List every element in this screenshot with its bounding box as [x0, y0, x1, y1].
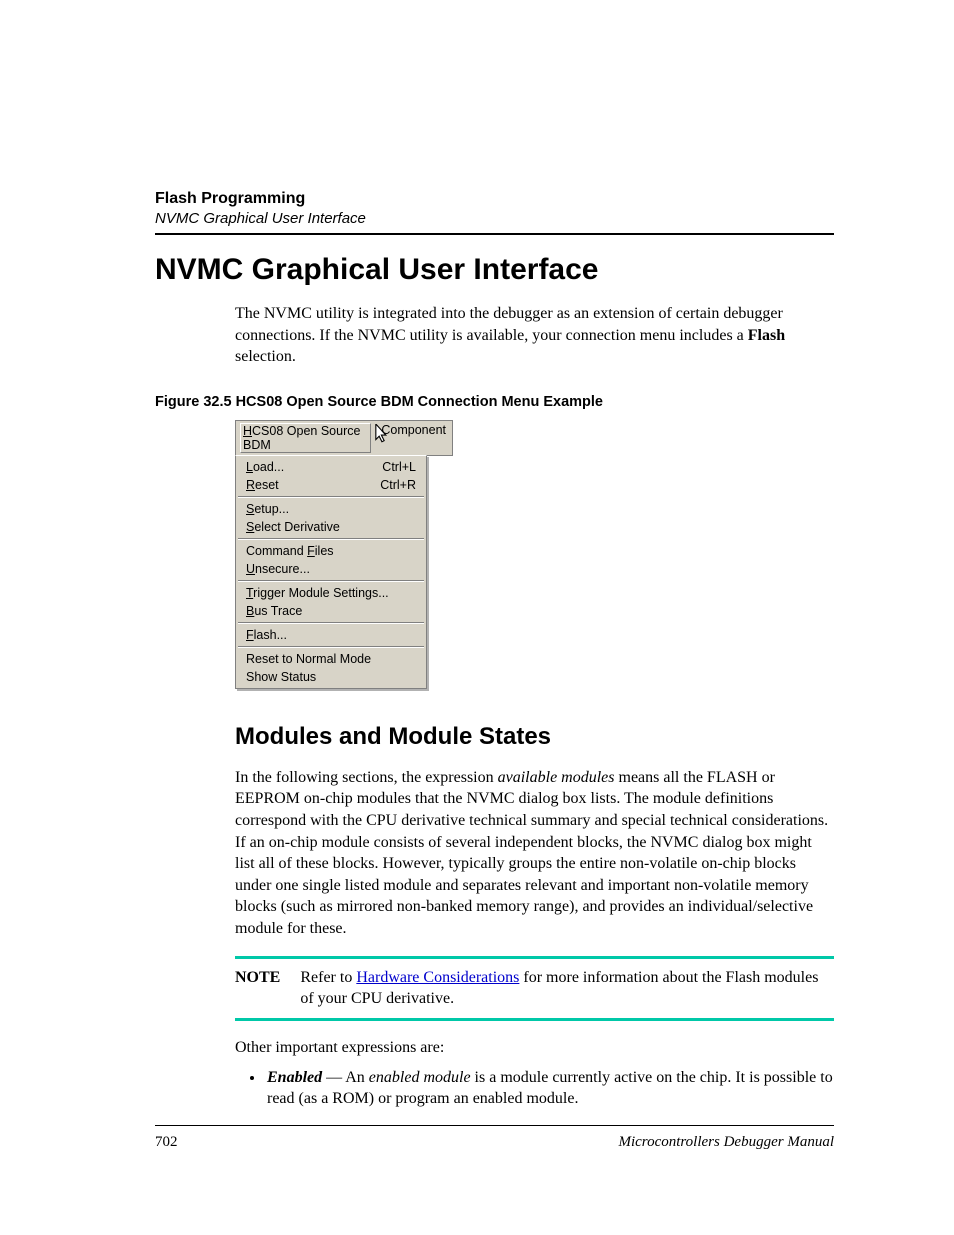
menu-separator: [238, 538, 424, 540]
para1-em: available modules: [498, 769, 615, 786]
menu-item-select-derivative[interactable]: Select Derivative: [236, 518, 426, 536]
menu-item-command-files[interactable]: Command Files: [236, 542, 426, 560]
note-box: NOTE Refer to Hardware Considerations fo…: [235, 956, 834, 1021]
menubar: HCS08 Open Source BDM Component: [235, 420, 453, 456]
accel-label: Ctrl+R: [380, 478, 416, 492]
menu-separator: [238, 580, 424, 582]
intro-text-pre: The NVMC utility is integrated into the …: [235, 305, 783, 344]
page-footer: 702 Microcontrollers Debugger Manual: [155, 1125, 834, 1151]
para1-post: means all the FLASH or EEPROM on-chip mo…: [235, 769, 828, 937]
intro-paragraph: The NVMC utility is integrated into the …: [235, 303, 834, 368]
menu-item-reset[interactable]: ResetCtrl+R: [236, 476, 426, 494]
modules-paragraph: In the following sections, the expressio…: [235, 767, 834, 940]
figure-menu-screenshot: HCS08 Open Source BDM Component Load...C…: [235, 420, 453, 689]
accel-label: Ctrl+L: [382, 460, 416, 474]
chapter-name: Flash Programming: [155, 190, 834, 208]
manual-title: Microcontrollers Debugger Manual: [618, 1134, 834, 1151]
section-name: NVMC Graphical User Interface: [155, 210, 834, 227]
menu-separator: [238, 622, 424, 624]
menu-separator: [238, 496, 424, 498]
menubar-tab-hcs08[interactable]: HCS08 Open Source BDM: [240, 423, 371, 453]
intro-bold: Flash: [748, 327, 785, 344]
expression-list: Enabled — An enabled module is a module …: [265, 1067, 834, 1110]
page-title: NVMC Graphical User Interface: [155, 253, 834, 287]
menu-separator: [238, 646, 424, 648]
menu-item-unsecure[interactable]: Unsecure...: [236, 560, 426, 578]
intro-text-post: selection.: [235, 348, 296, 365]
page-number: 702: [155, 1134, 178, 1151]
figure-caption: Figure 32.5 HCS08 Open Source BDM Connec…: [155, 394, 834, 410]
menubar-tab-component[interactable]: Component: [379, 423, 448, 453]
menu-item-trigger-settings[interactable]: Trigger Module Settings...: [236, 584, 426, 602]
list-intro: Other important expressions are:: [235, 1039, 834, 1057]
header-rule: [155, 233, 834, 235]
menu-item-flash[interactable]: Flash...: [236, 626, 426, 644]
menu-item-show-status[interactable]: Show Status: [236, 668, 426, 686]
menu-item-load[interactable]: Load...Ctrl+L: [236, 458, 426, 476]
dropdown-menu: Load...Ctrl+L ResetCtrl+R Setup... Selec…: [235, 455, 427, 689]
note-text: Refer to Hardware Considerations for mor…: [300, 967, 834, 1010]
menu-item-bus-trace[interactable]: Bus Trace: [236, 602, 426, 620]
subheading-modules: Modules and Module States: [235, 723, 834, 751]
running-header: Flash Programming NVMC Graphical User In…: [155, 190, 834, 227]
para1-pre: In the following sections, the expressio…: [235, 769, 498, 786]
list-item-enabled: Enabled — An enabled module is a module …: [265, 1067, 834, 1110]
menu-item-reset-normal[interactable]: Reset to Normal Mode: [236, 650, 426, 668]
note-label: NOTE: [235, 967, 280, 1010]
link-hardware-considerations[interactable]: Hardware Considerations: [356, 969, 519, 986]
menu-item-setup[interactable]: Setup...: [236, 500, 426, 518]
term-enabled: Enabled: [267, 1069, 322, 1086]
